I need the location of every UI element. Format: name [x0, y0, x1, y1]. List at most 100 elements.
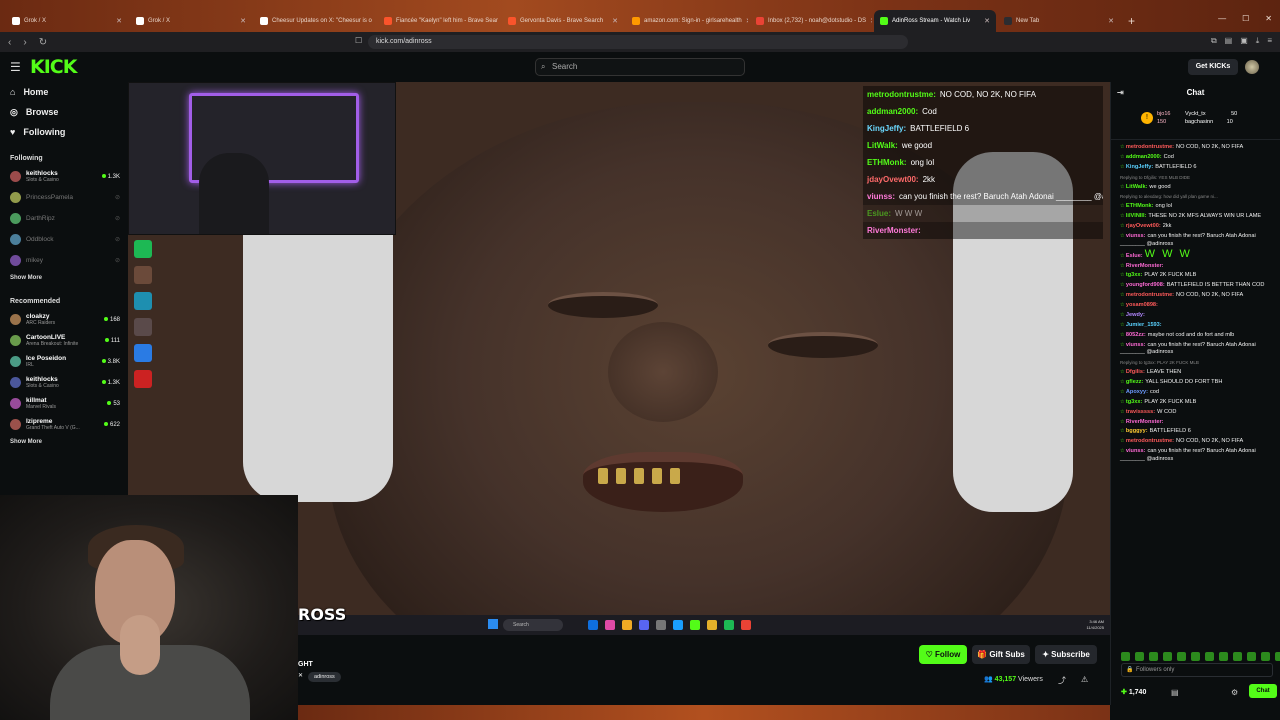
channel-item[interactable]: mikey ⊘: [0, 250, 128, 271]
close-tab-icon[interactable]: ✕: [116, 17, 122, 25]
stream-tag[interactable]: adinross: [308, 672, 341, 682]
browser-tab[interactable]: Inbox (2,732) - noah@dotstudio - DS✕: [750, 10, 872, 32]
emote-icon[interactable]: [1261, 652, 1270, 661]
download-icon[interactable]: ⤓: [1256, 36, 1260, 46]
emote-icon[interactable]: [1163, 652, 1172, 661]
chat-input[interactable]: 🔒 Followers only: [1121, 663, 1273, 677]
close-window-icon[interactable]: ✕: [1265, 14, 1272, 23]
chat-username[interactable]: tg3xx:: [1126, 399, 1142, 405]
channel-item[interactable]: CartoonLIVE Arena Breakout: Infinite 111: [0, 330, 128, 351]
chat-username[interactable]: metrodontrustme:: [1126, 144, 1174, 150]
menu-icon[interactable]: ≡: [1267, 36, 1272, 46]
gift-icon[interactable]: ▤: [1171, 688, 1179, 697]
url-input[interactable]: kick.com/adinross: [368, 35, 908, 49]
collapse-chat-icon[interactable]: ⇥: [1117, 82, 1124, 104]
chat-username[interactable]: KingJeffy:: [1126, 164, 1153, 170]
new-tab-icon[interactable]: +: [1128, 14, 1135, 28]
channel-item[interactable]: Oddblock ⊘: [0, 229, 128, 250]
chat-username[interactable]: Jumier_1593:: [1126, 322, 1162, 328]
chat-username[interactable]: travisssss:: [1126, 409, 1155, 415]
chat-username[interactable]: Eslue:: [1126, 253, 1143, 259]
chat-username[interactable]: metrodontrustme:: [1126, 292, 1174, 298]
channel-item[interactable]: Ice Poseidon IRL 3.8K: [0, 351, 128, 372]
minimize-icon[interactable]: —: [1218, 14, 1226, 23]
channel-item[interactable]: Izipreme Grand Theft Auto V (G... 622: [0, 414, 128, 435]
chat-username[interactable]: ETHMonk:: [1126, 203, 1154, 209]
emote-icon[interactable]: [1247, 652, 1256, 661]
chat-username[interactable]: rjayOvewt00:: [1126, 223, 1161, 229]
kick-logo[interactable]: KICK: [30, 56, 77, 78]
share-icon[interactable]: ⤴: [1058, 675, 1066, 686]
browser-tab[interactable]: Cheesur Updates on X: "Cheesur is o✕: [254, 10, 376, 32]
close-tab-icon[interactable]: ✕: [746, 17, 748, 25]
chat-username[interactable]: viunss:: [1126, 233, 1146, 239]
emote-icon[interactable]: [1233, 652, 1242, 661]
browser-tab[interactable]: AdinRoss Stream - Watch Liv ✕: [874, 10, 996, 32]
back-icon[interactable]: ‹: [8, 37, 11, 48]
chat-username[interactable]: RiverMonster:: [1126, 263, 1164, 269]
gift-subs-button[interactable]: 🎁 Gift Subs: [972, 645, 1030, 664]
channel-item[interactable]: DarthRipz ⊘: [0, 208, 128, 229]
channel-item[interactable]: cloakzy ARC Raiders 168: [0, 309, 128, 330]
emote-icon[interactable]: [1121, 652, 1130, 661]
chat-username[interactable]: yosam0898:: [1126, 302, 1158, 308]
user-avatar[interactable]: [1245, 60, 1259, 74]
emote-icon[interactable]: [1135, 652, 1144, 661]
browser-tab[interactable]: Grok / X ✕: [130, 10, 252, 32]
browser-tab[interactable]: Gervonta Davis - Brave Search ✕: [502, 10, 624, 32]
channel-item[interactable]: keithlocks Slots & Casino 1.3K: [0, 372, 128, 393]
sidebar-icon[interactable]: ▤: [1225, 36, 1233, 46]
browser-tab[interactable]: amazon.com: Sign-in - girlsarehealth ✕: [626, 10, 748, 32]
emote-icon[interactable]: [1205, 652, 1214, 661]
browser-tab[interactable]: Fiancée "Kaelyn" left him - Brave Sear✕: [378, 10, 500, 32]
chat-username[interactable]: youngford908:: [1126, 282, 1165, 288]
channel-item[interactable]: keithlocks Slots & Casino 1.3K: [0, 166, 128, 187]
extension-icon[interactable]: ⧉: [1211, 36, 1217, 46]
close-tab-icon[interactable]: ✕: [1108, 17, 1114, 25]
chat-username[interactable]: addman2000:: [1126, 154, 1162, 160]
chat-username[interactable]: bgggyy:: [1126, 428, 1148, 434]
browser-tab[interactable]: Grok / X ✕: [6, 10, 128, 32]
emote-icon[interactable]: [1149, 652, 1158, 661]
reload-icon[interactable]: ↻: [39, 37, 47, 48]
channel-item[interactable]: killmat Marvel Rivals 53: [0, 393, 128, 414]
subscribe-button[interactable]: ✦ Subscribe: [1035, 645, 1097, 664]
search-input[interactable]: ⌕ Search: [535, 58, 745, 76]
emote-icon[interactable]: [1177, 652, 1186, 661]
emote-icon[interactable]: [1219, 652, 1228, 661]
chat-username[interactable]: Apoxyy:: [1126, 389, 1148, 395]
sidebar-item-browse[interactable]: ◎ Browse: [0, 102, 128, 122]
sidebar-item-following[interactable]: ♥ Following: [0, 122, 128, 142]
channel-points[interactable]: ✚ 1,740: [1121, 688, 1146, 696]
emote-icon[interactable]: [1191, 652, 1200, 661]
show-more-button[interactable]: Show More: [0, 271, 128, 285]
chat-username[interactable]: metrodontrustme:: [1126, 438, 1174, 444]
wallet-icon[interactable]: ▣: [1240, 36, 1248, 46]
chat-username[interactable]: LitWalk:: [1126, 184, 1148, 190]
chat-username[interactable]: RiverMonster:: [1126, 419, 1164, 425]
close-tab-icon[interactable]: ✕: [612, 17, 618, 25]
chat-username[interactable]: tg3xx:: [1126, 272, 1142, 278]
chat-username[interactable]: viunss:: [1126, 448, 1146, 454]
show-more-button[interactable]: Show More: [0, 435, 128, 449]
chat-username[interactable]: lilVINIII:: [1126, 213, 1147, 219]
channel-item[interactable]: PrincessPamela ⊘: [0, 187, 128, 208]
follow-button[interactable]: ♡ Follow: [919, 645, 967, 664]
forward-icon[interactable]: ›: [23, 37, 26, 48]
chat-username[interactable]: Jewdy:: [1126, 312, 1145, 318]
close-tab-icon[interactable]: ✕: [870, 17, 872, 25]
maximize-icon[interactable]: ☐: [1242, 14, 1249, 23]
close-tab-icon[interactable]: ✕: [240, 17, 246, 25]
sidebar-item-home[interactable]: ⌂ Home: [0, 82, 128, 102]
get-kicks-button[interactable]: Get KICKs: [1188, 59, 1238, 75]
chat-username[interactable]: viunss:: [1126, 342, 1146, 348]
hamburger-menu-icon[interactable]: ☰: [10, 60, 21, 74]
emote-icon[interactable]: [1275, 652, 1280, 661]
chat-send-button[interactable]: Chat: [1249, 684, 1277, 698]
report-icon[interactable]: ⚠: [1081, 675, 1088, 684]
browser-tab[interactable]: New Tab ✕: [998, 10, 1120, 32]
bookmark-icon[interactable]: ☐: [355, 36, 362, 45]
chat-username[interactable]: 8052zz:: [1126, 332, 1146, 338]
chat-username[interactable]: Dfgilis:: [1126, 369, 1145, 375]
chat-username[interactable]: gflezz:: [1126, 379, 1143, 385]
